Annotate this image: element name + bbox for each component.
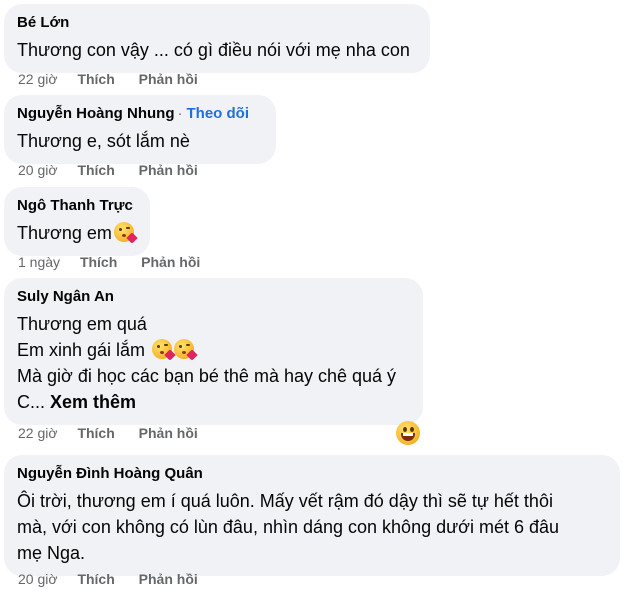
comment: Nguyễn Đình Hoàng Quân Ôi trời, thương e…: [4, 455, 620, 576]
comment-text: Ôi trời, thương em í quá luôn. Mấy vết r…: [17, 488, 608, 566]
face-blowing-kiss-emoji: [113, 222, 138, 244]
comment-bubble: Suly Ngân An Thương em quá Em xinh gái l…: [4, 278, 423, 425]
comment-time[interactable]: 22 giờ: [18, 424, 58, 442]
like-button[interactable]: Thích: [77, 570, 114, 588]
comment-line-text: C...: [17, 392, 46, 412]
comment-line: Thương con vậy ... có gì điều nói với mẹ…: [17, 40, 410, 60]
comment-author[interactable]: Bé Lớn: [17, 14, 69, 31]
face-blowing-kiss-emoji: [174, 339, 198, 361]
comment-text: Thương em: [17, 220, 138, 246]
face-blowing-kiss-emoji: [152, 339, 176, 361]
comment-time[interactable]: 1 ngày: [18, 253, 60, 271]
reply-button[interactable]: Phản hồi: [139, 70, 198, 88]
comment-line: Ôi trời, thương em í quá luôn. Mấy vết r…: [17, 491, 553, 511]
comment-actions: 22 giờ Thích Phản hồi: [18, 70, 198, 88]
comment: Bé Lớn Thương con vậy ... có gì điều nói…: [4, 4, 430, 73]
comment-actions: 22 giờ Thích Phản hồi: [18, 424, 198, 442]
comment-line: Thương e, sót lắm nè: [17, 131, 190, 151]
comment-bubble: Nguyễn Đình Hoàng Quân Ôi trời, thương e…: [4, 455, 620, 576]
reply-button[interactable]: Phản hồi: [141, 253, 200, 271]
comment-bubble: Bé Lớn Thương con vậy ... có gì điều nói…: [4, 4, 430, 73]
comment-line: Thương em: [17, 220, 138, 246]
reply-button[interactable]: Phản hồi: [139, 570, 198, 588]
comment-author[interactable]: Suly Ngân An: [17, 288, 114, 305]
like-button[interactable]: Thích: [77, 161, 114, 179]
comment-actions: 20 giờ Thích Phản hồi: [18, 161, 198, 179]
grinning-face-emoji[interactable]: [396, 421, 420, 445]
reply-button[interactable]: Phản hồi: [139, 424, 198, 442]
comment-line: Thương em quá: [17, 314, 147, 334]
comment-author[interactable]: Nguyễn Đình Hoàng Quân: [17, 465, 203, 482]
like-button[interactable]: Thích: [80, 253, 117, 271]
follow-button[interactable]: Theo dõi: [187, 105, 250, 122]
comment-author[interactable]: Ngô Thanh Trực: [17, 197, 133, 214]
comment: Suly Ngân An Thương em quá Em xinh gái l…: [4, 278, 423, 425]
comment-time[interactable]: 20 giờ: [18, 161, 58, 179]
comment-line: mẹ Nga.: [17, 543, 86, 563]
see-more-link[interactable]: Xem thêm: [50, 392, 136, 412]
comment-time[interactable]: 20 giờ: [18, 570, 58, 588]
comment: Nguyễn Hoàng Nhung · Theo dõi Thương e, só…: [4, 95, 276, 164]
comment-text: Thương con vậy ... có gì điều nói với mẹ…: [17, 37, 418, 63]
comment-line: C... Xem thêm: [17, 389, 411, 415]
comment-text: Thương e, sót lắm nè: [17, 128, 264, 154]
comment-bubble: Ngô Thanh Trực Thương em: [4, 187, 150, 256]
comment-line-text: Thương em: [17, 223, 112, 243]
like-button[interactable]: Thích: [77, 70, 114, 88]
reply-button[interactable]: Phản hồi: [139, 161, 198, 179]
comment-line: mà, với con không có lùn đâu, nhìn dáng …: [17, 517, 560, 537]
like-button[interactable]: Thích: [77, 424, 114, 442]
comment-line: Em xinh gái lắm: [17, 337, 411, 363]
comment-bubble: Nguyễn Hoàng Nhung · Theo dõi Thương e, só…: [4, 95, 276, 164]
comment-actions: 1 ngày Thích Phản hồi: [18, 253, 200, 271]
comment-line: Mà giờ đi học các bạn bé thê mà hay chê …: [17, 366, 397, 386]
comment-actions: 20 giờ Thích Phản hồi: [18, 570, 198, 588]
comment-text: Thương em quá Em xinh gái lắm Mà giờ đi …: [17, 311, 411, 415]
comment: Ngô Thanh Trực Thương em: [4, 187, 150, 256]
comment-time[interactable]: 22 giờ: [18, 70, 58, 88]
comment-line-text: Em xinh gái lắm: [17, 340, 146, 360]
comment-author[interactable]: Nguyễn Hoàng Nhung: [17, 105, 175, 122]
separator-dot: ·: [177, 105, 183, 122]
